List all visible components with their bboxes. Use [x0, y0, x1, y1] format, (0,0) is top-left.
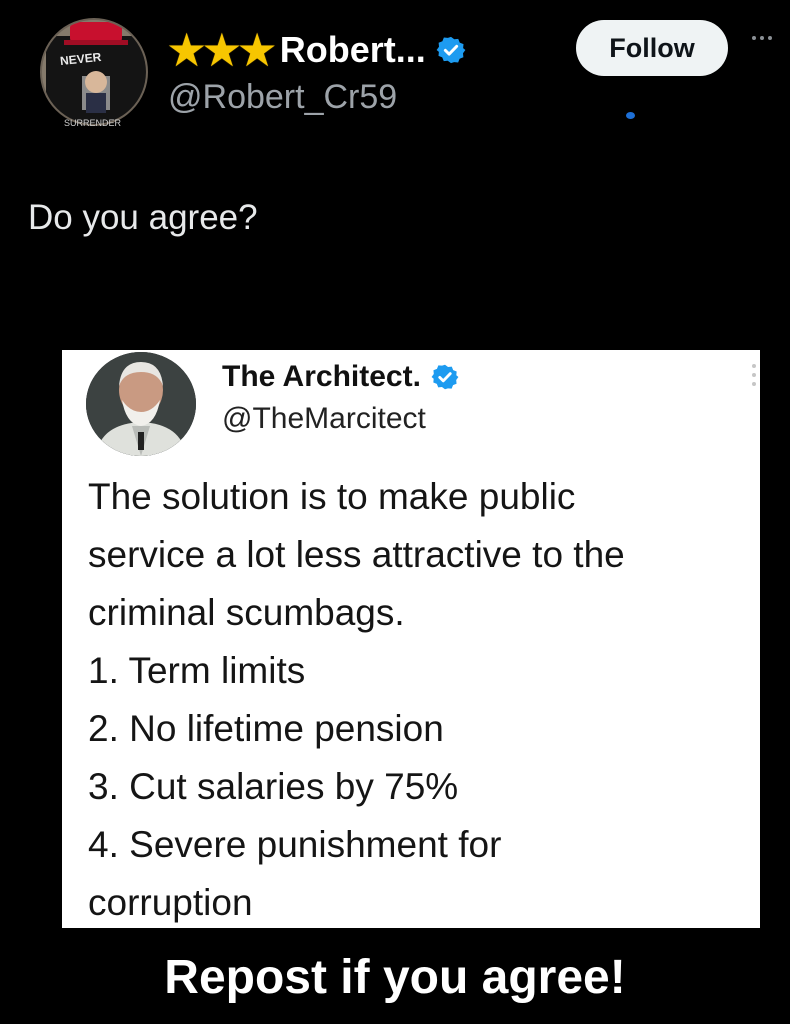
verified-badge-icon: [436, 36, 466, 64]
embedded-body: The solution is to make public service a…: [88, 468, 758, 932]
embedded-handle: @TheMarcitect: [222, 402, 426, 435]
embedded-line: The solution is to make public: [88, 476, 576, 517]
embedded-line: service a lot less attractive to the: [88, 534, 625, 575]
embedded-list-item: 4. Severe punishment for: [88, 824, 502, 865]
embedded-line: corruption: [88, 882, 253, 923]
embedded-display-name: The Architect.: [222, 360, 421, 393]
avatar-image: [42, 20, 146, 124]
poster-avatar[interactable]: [40, 18, 148, 126]
embedded-list-item: 2. No lifetime pension: [88, 708, 444, 749]
tweet-text: Do you agree?: [28, 198, 258, 237]
embedded-list-item: 1. Term limits: [88, 650, 306, 691]
poster-handle[interactable]: @Robert_Cr59: [168, 78, 397, 117]
follow-button[interactable]: Follow: [576, 20, 728, 76]
embedded-tweet-image[interactable]: The Architect. @TheMarcitect The solutio…: [62, 350, 760, 928]
embedded-list-item: 3. Cut salaries by 75%: [88, 766, 459, 807]
embedded-name-row: The Architect.: [222, 360, 459, 394]
star-emoji-icons: ★★★: [166, 23, 278, 77]
embedded-line: criminal scumbags.: [88, 592, 405, 633]
poster-name-row[interactable]: ★★★ Robert...: [166, 24, 466, 76]
poster-display-name[interactable]: Robert...: [280, 29, 426, 71]
embedded-verified-badge-icon: [431, 364, 459, 390]
embedded-more-icon: [752, 364, 756, 386]
embedded-avatar: [86, 352, 196, 456]
decorative-dot: [626, 112, 635, 119]
embedded-avatar-image: [86, 352, 196, 456]
avatar-shirt-subtext: SURRENDER: [64, 118, 122, 128]
caption-text: Repost if you agree!: [164, 951, 626, 1004]
more-options-icon[interactable]: [752, 36, 772, 40]
